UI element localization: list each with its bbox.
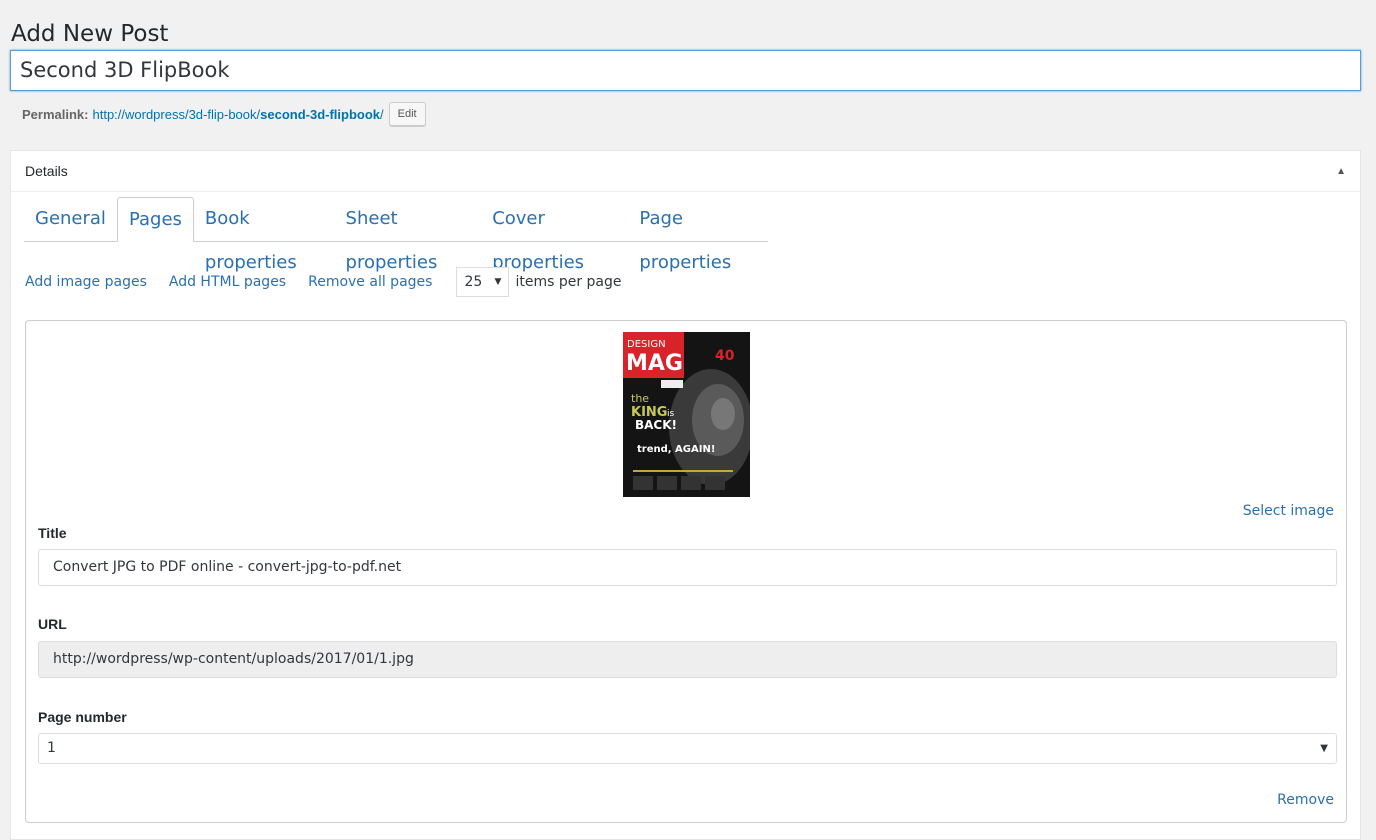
tab-sheet-properties[interactable]: Sheet properties xyxy=(335,197,482,273)
select-image-link[interactable]: Select image xyxy=(1243,503,1334,519)
page-title: Add New Post xyxy=(11,21,169,48)
tab-pages[interactable]: Pages xyxy=(116,197,194,242)
details-tabs: General Pages Book properties Sheet prop… xyxy=(24,197,768,273)
items-per-page-select[interactable]: 25 ▼ xyxy=(456,267,510,297)
post-title-input[interactable]: Second 3D FlipBook xyxy=(10,50,1361,91)
cover-issue-num: 40 xyxy=(715,348,735,364)
cover-line1: the xyxy=(631,392,649,405)
permalink-slug: second-3d-flipbook xyxy=(260,106,381,122)
page-title-input[interactable]: Convert JPG to PDF online - convert-jpg-… xyxy=(38,549,1337,586)
remove-page-link[interactable]: Remove xyxy=(1277,792,1334,808)
cover-line3: BACK! xyxy=(635,418,677,432)
tab-cover-properties[interactable]: Cover properties xyxy=(481,197,628,273)
items-per-page-label: items per page xyxy=(515,274,622,290)
page-url-input: http://wordpress/wp-content/uploads/2017… xyxy=(38,641,1337,678)
chevron-down-icon: ▼ xyxy=(494,277,502,287)
details-metabox: Details ▲ General Pages Book properties … xyxy=(10,150,1361,840)
details-title: Details xyxy=(25,163,68,179)
url-label: URL xyxy=(38,616,67,632)
permalink-link[interactable]: http://wordpress/3d-flip-book/second-3d-… xyxy=(92,107,383,122)
tab-book-properties[interactable]: Book properties xyxy=(194,197,335,273)
details-header[interactable]: Details ▲ xyxy=(11,151,1360,192)
cover-brand-top: DESIGN xyxy=(627,339,666,350)
tab-page-properties[interactable]: Page properties xyxy=(628,197,768,273)
permalink-trail: / xyxy=(380,106,384,122)
page-number-select[interactable]: 1 ▼ xyxy=(38,733,1337,764)
add-image-pages-link[interactable]: Add image pages xyxy=(25,274,147,290)
permalink-base: http://wordpress/3d-flip-book/ xyxy=(92,106,261,122)
pages-toolbar: Add image pages Add HTML pages Remove al… xyxy=(25,267,622,297)
permalink-label: Permalink: xyxy=(22,106,89,122)
page-number-label: Page number xyxy=(38,709,127,725)
page-item-card: DESIGN MAG 40 the KING is BACK! trend, A… xyxy=(25,320,1347,823)
page-number-value: 1 xyxy=(47,740,56,756)
page-thumbnail: DESIGN MAG 40 the KING is BACK! trend, A… xyxy=(623,332,750,497)
chevron-down-icon: ▼ xyxy=(1320,743,1328,754)
cover-line4: trend, AGAIN! xyxy=(637,444,715,455)
cover-brand: MAG xyxy=(626,351,683,376)
magazine-cover-image: DESIGN MAG 40 the KING is BACK! trend, A… xyxy=(623,332,750,497)
tab-general[interactable]: General xyxy=(24,197,117,241)
remove-all-pages-link[interactable]: Remove all pages xyxy=(308,274,432,290)
items-per-page-value: 25 xyxy=(464,274,483,290)
add-html-pages-link[interactable]: Add HTML pages xyxy=(169,274,286,290)
permalink-row: Permalink: http://wordpress/3d-flip-book… xyxy=(22,101,426,127)
permalink-edit-button[interactable]: Edit xyxy=(388,102,426,126)
title-label: Title xyxy=(38,525,67,541)
triangle-up-icon[interactable]: ▲ xyxy=(1336,166,1346,177)
